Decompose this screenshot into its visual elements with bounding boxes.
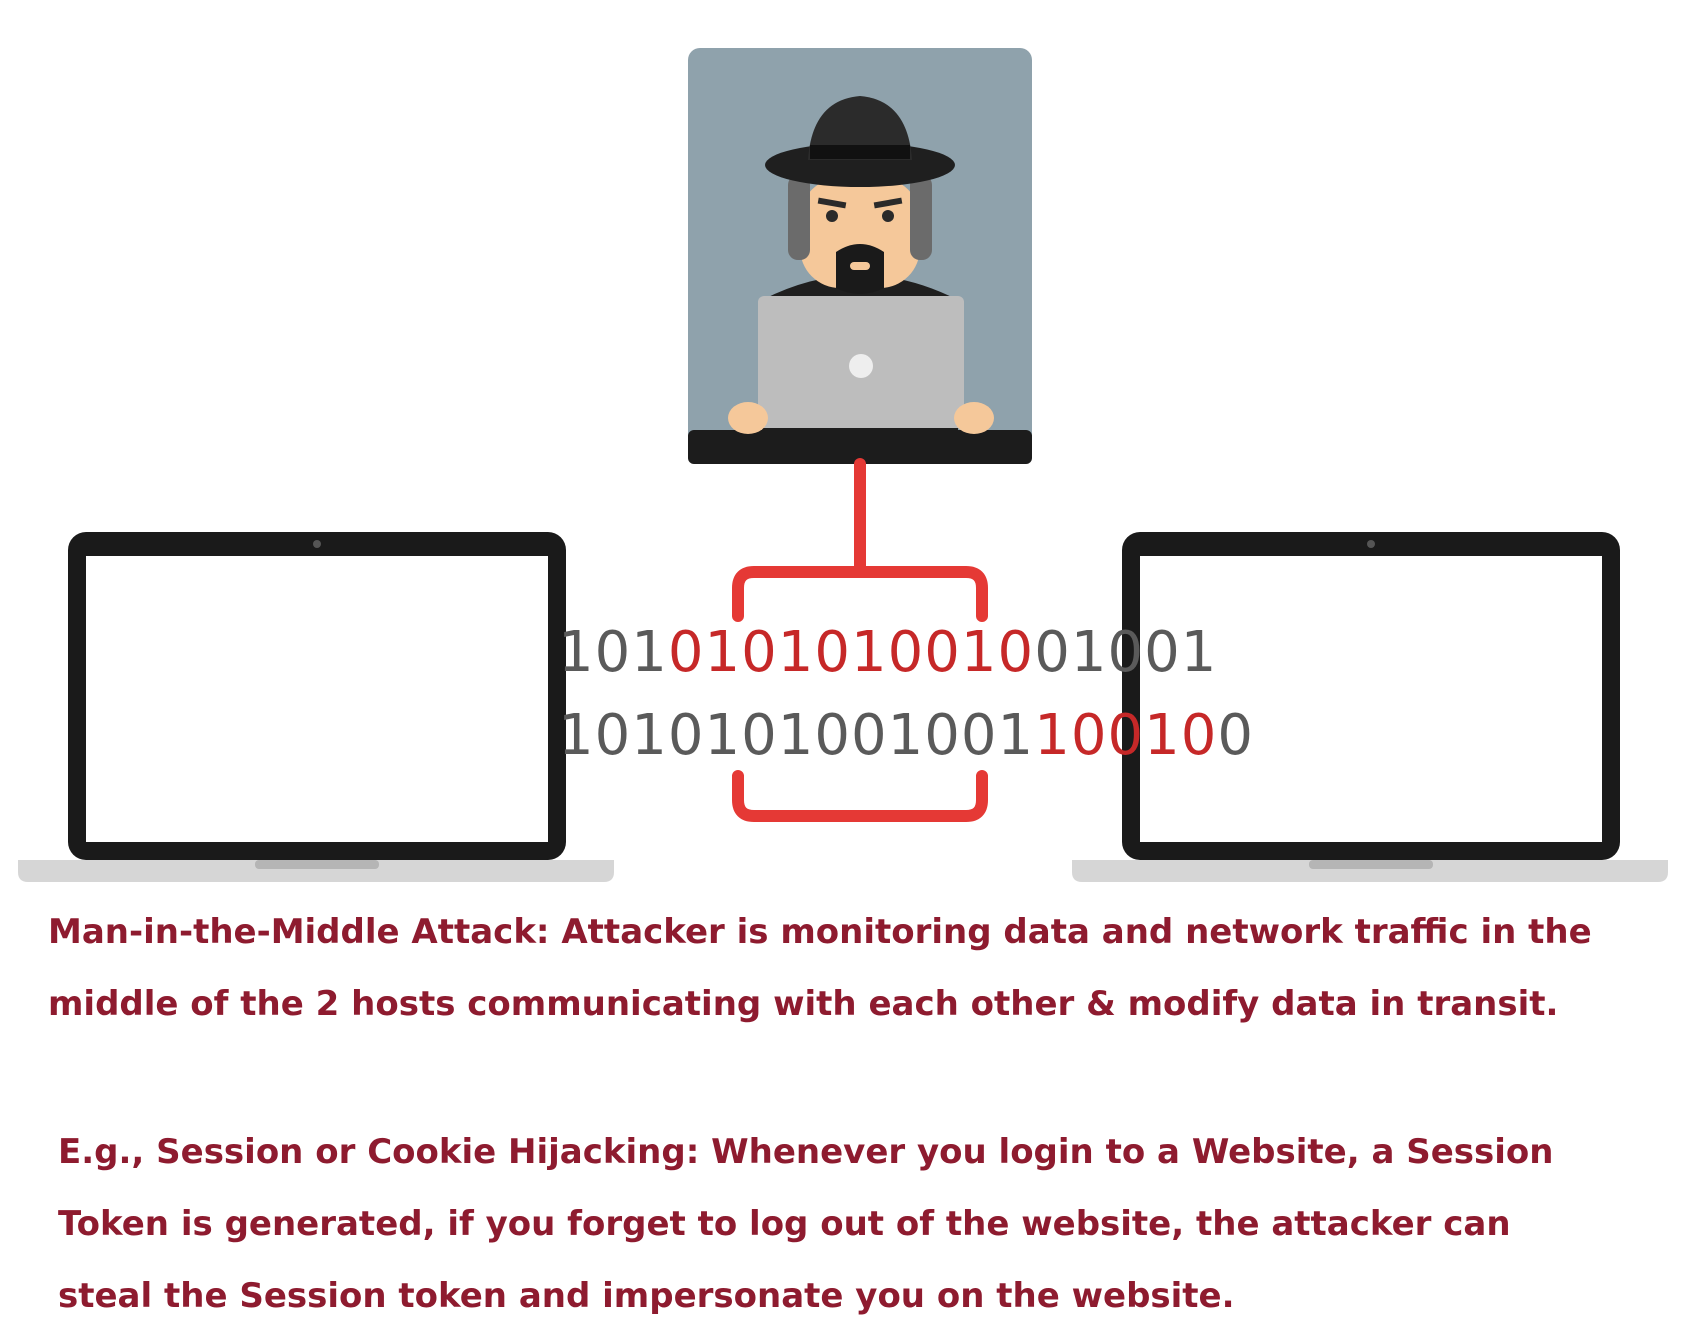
example-line-3: steal the Session token and impersonate … [58, 1276, 1235, 1316]
example-line-2: Token is generated, if you forget to log… [58, 1204, 1511, 1244]
binary-top-end: 01001 [1034, 620, 1218, 685]
binary-stream-top: 101010101001001001 [558, 620, 1217, 685]
attacker-panel [688, 48, 1032, 464]
binary-top-intercepted: 0101010010 [667, 620, 1035, 685]
attacker-laptop-icon [728, 296, 994, 434]
example-line-1: E.g., Session or Cookie Hijacking: Whene… [58, 1132, 1554, 1172]
binary-bottom-end: 0 [1217, 703, 1254, 768]
binary-stream-bottom: 1010101001001100100 [558, 703, 1254, 768]
definition-caption: Man-in-the-Middle Attack: Attacker is mo… [48, 896, 1648, 1040]
binary-bottom-intercepted: 10010 [1034, 703, 1218, 768]
definition-line-2: middle of the 2 hosts communicating with… [48, 984, 1559, 1024]
binary-bottom-start: 1010101001001 [558, 703, 1035, 768]
left-laptop-icon [18, 532, 614, 882]
definition-line-1: Man-in-the-Middle Attack: Attacker is mo… [48, 912, 1592, 952]
example-caption: E.g., Session or Cookie Hijacking: Whene… [58, 1116, 1618, 1332]
binary-top-start: 101 [558, 620, 668, 685]
